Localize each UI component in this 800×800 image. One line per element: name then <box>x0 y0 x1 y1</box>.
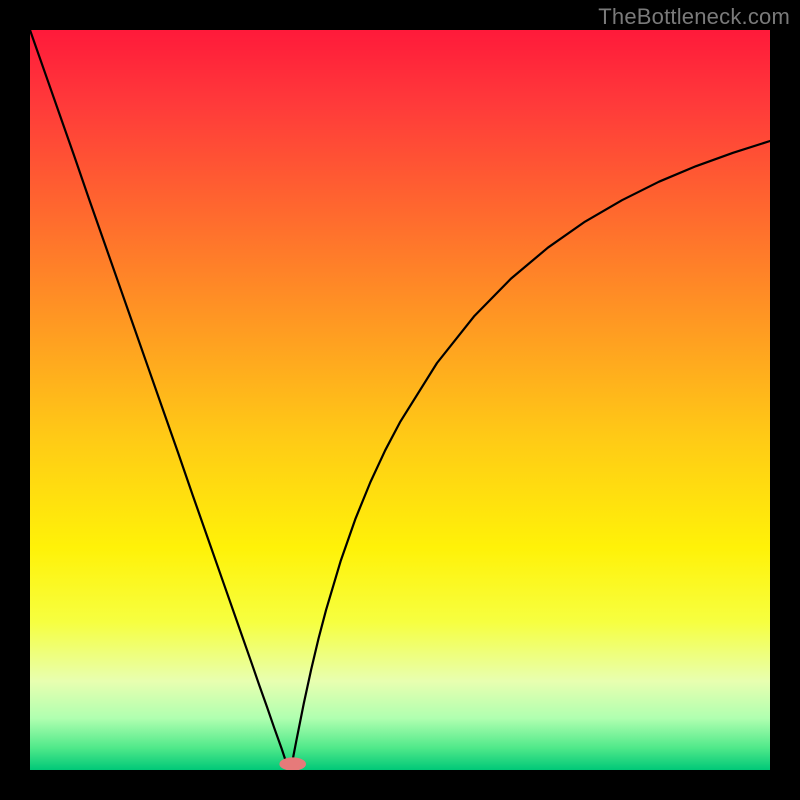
chart-frame: TheBottleneck.com <box>0 0 800 800</box>
plot-area <box>30 30 770 770</box>
gradient-background <box>30 30 770 770</box>
attribution-text: TheBottleneck.com <box>598 4 790 30</box>
bottleneck-chart <box>30 30 770 770</box>
